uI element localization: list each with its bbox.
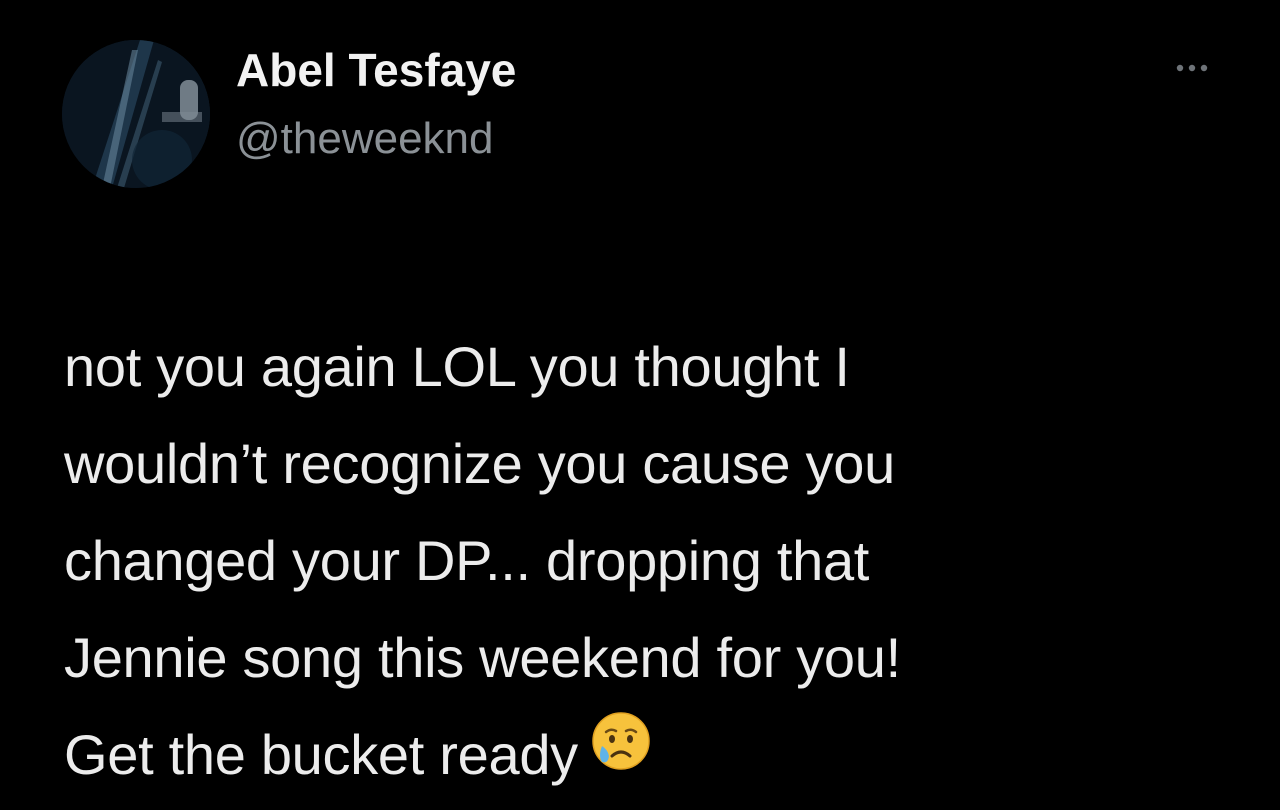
author-handle[interactable]: @theweeknd — [236, 112, 516, 166]
tweet-text: not you again LOL you thought I wouldn’t… — [64, 318, 1244, 803]
tweet-text-line: wouldn’t recognize you cause you — [64, 432, 895, 495]
tweet-text-line: Get the bucket ready — [64, 723, 578, 786]
tweet-text-line: not you again LOL you thought I — [64, 335, 850, 398]
tweet-text-line: Jennie song this weekend for you! — [64, 626, 901, 689]
crying-face-emoji-icon — [588, 706, 654, 803]
author-avatar[interactable] — [62, 40, 210, 188]
more-options-button[interactable] — [1168, 56, 1216, 80]
author-info: Abel Tesfaye @theweeknd — [236, 42, 516, 166]
tweet-card: Abel Tesfaye @theweeknd not you again LO… — [0, 0, 1280, 810]
avatar-photo-icon — [62, 40, 210, 188]
ellipsis-icon — [1176, 64, 1208, 72]
tweet-text-last-line: Get the bucket ready — [64, 706, 1244, 803]
tweet-text-line: changed your DP... dropping that — [64, 529, 870, 592]
author-display-name[interactable]: Abel Tesfaye — [236, 42, 516, 98]
